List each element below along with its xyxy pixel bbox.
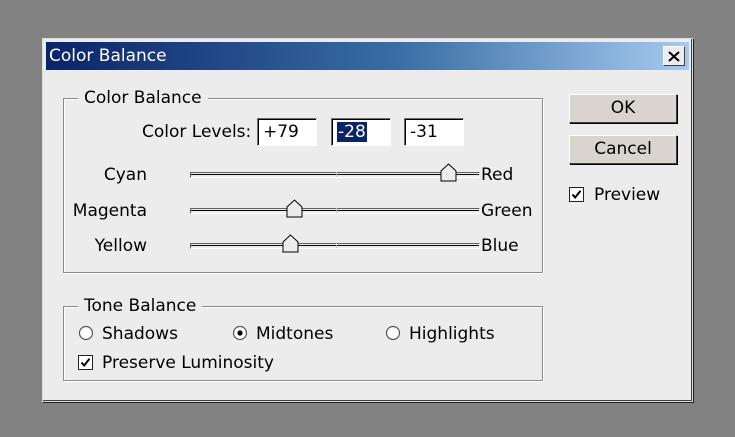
checkmark-icon bbox=[571, 190, 582, 200]
selected-text: -28 bbox=[337, 122, 367, 142]
slider-thumb[interactable] bbox=[286, 199, 303, 218]
dialog-title: Color Balance bbox=[49, 46, 167, 66]
level-field-cyan-red[interactable]: +79 bbox=[257, 118, 317, 146]
close-icon bbox=[668, 50, 680, 62]
slider-center-tick bbox=[336, 172, 337, 177]
level-field-magenta-green[interactable]: -28 bbox=[331, 118, 391, 146]
checkmark-icon bbox=[80, 358, 91, 368]
color-balance-dialog: Color Balance Color Balance Color Levels… bbox=[42, 38, 693, 402]
title-bar[interactable]: Color Balance bbox=[46, 42, 689, 70]
radio-label-shadows: Shadows bbox=[102, 324, 178, 344]
cancel-button[interactable]: Cancel bbox=[569, 135, 677, 164]
radio-label-highlights: Highlights bbox=[409, 324, 495, 344]
slider-thumb[interactable] bbox=[282, 234, 299, 253]
slider-center-tick bbox=[336, 208, 337, 213]
slider-label-magenta: Magenta bbox=[72, 201, 147, 221]
slider-label-cyan: Cyan bbox=[103, 165, 147, 185]
slider-track-yellow-blue[interactable] bbox=[190, 234, 480, 253]
ok-button[interactable]: OK bbox=[569, 94, 677, 123]
color-balance-group: Color Balance Color Levels: +79 -28 -31 … bbox=[63, 87, 543, 273]
color-balance-legend: Color Balance bbox=[78, 87, 208, 109]
radio-button-icon bbox=[78, 325, 94, 341]
slider-track-cyan-red[interactable] bbox=[190, 163, 480, 182]
color-levels-label: Color Levels: bbox=[142, 122, 252, 142]
checkbox-box bbox=[569, 187, 584, 202]
slider-track-magenta-green[interactable] bbox=[190, 199, 480, 218]
level-field-yellow-blue[interactable]: -31 bbox=[404, 118, 464, 146]
preview-label: Preview bbox=[594, 185, 661, 205]
slider-label-red: Red bbox=[481, 165, 514, 185]
radio-button-icon bbox=[385, 325, 401, 341]
preserve-luminosity-label: Preserve Luminosity bbox=[102, 353, 274, 373]
slider-label-yellow: Yellow bbox=[94, 236, 147, 256]
slider-center-tick bbox=[336, 243, 337, 248]
radio-label-midtones: Midtones bbox=[256, 324, 334, 344]
radio-button-selected-icon bbox=[232, 325, 248, 341]
slider-label-blue: Blue bbox=[481, 236, 519, 256]
checkbox-box bbox=[78, 355, 93, 370]
tone-balance-legend: Tone Balance bbox=[78, 295, 203, 317]
tone-balance-group: Tone Balance Shadows Midtones Highlights… bbox=[63, 295, 543, 381]
slider-label-green: Green bbox=[481, 201, 533, 221]
slider-thumb[interactable] bbox=[440, 163, 457, 182]
close-button[interactable] bbox=[663, 46, 685, 66]
